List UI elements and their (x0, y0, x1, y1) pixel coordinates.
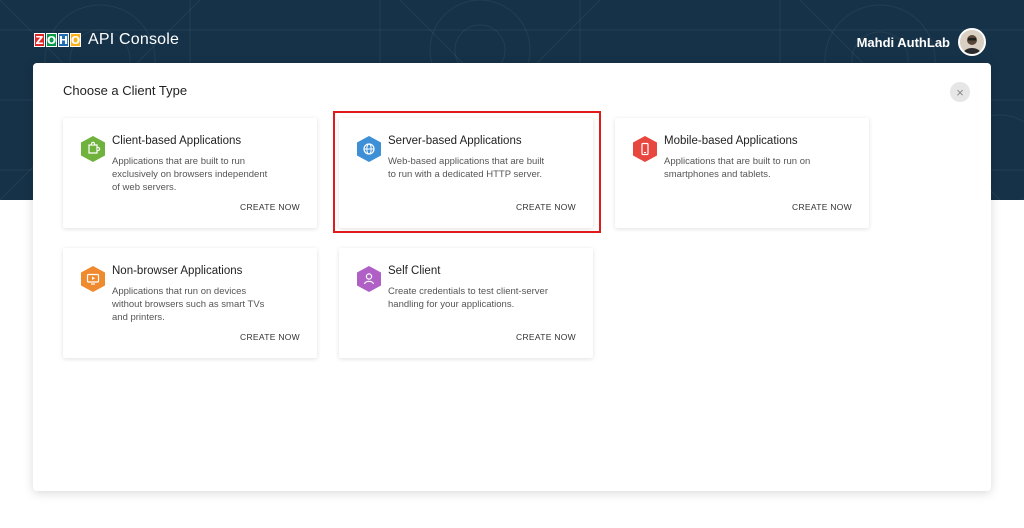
globe-icon (357, 136, 381, 162)
zoho-wordmark: Z O H O (34, 33, 81, 47)
mobile-based-card[interactable]: Mobile-based Applications Applications t… (615, 118, 869, 228)
create-now-button[interactable]: CREATE NOW (516, 332, 576, 342)
avatar-icon (960, 30, 984, 54)
create-now-button[interactable]: CREATE NOW (240, 332, 300, 342)
card-description: Applications that are built to run on sm… (664, 156, 811, 180)
non-browser-card[interactable]: Non-browser Applications Applications th… (63, 248, 317, 358)
user-name[interactable]: Mahdi AuthLab (857, 35, 950, 50)
card-description: Applications that run on devices without… (112, 286, 265, 323)
card-description: Create credentials to test client-server… (388, 286, 548, 310)
card-title: Server-based Applications (388, 135, 522, 147)
user-icon (357, 266, 381, 292)
panel-title: Choose a Client Type (63, 83, 188, 98)
close-button[interactable]: × (950, 82, 970, 102)
zoho-logo[interactable]: Z O H O API Console (34, 31, 179, 49)
server-based-card[interactable]: Server-based Applications Web-based appl… (339, 118, 593, 228)
client-based-card[interactable]: Client-based Applications Applications t… (63, 118, 317, 228)
create-now-button[interactable]: CREATE NOW (792, 202, 852, 212)
logo-letter: O (70, 33, 81, 47)
user-menu[interactable]: Mahdi AuthLab (857, 28, 986, 56)
card-description: Web-based applications that are built to… (388, 156, 545, 180)
card-title: Non-browser Applications (112, 265, 243, 277)
mobile-icon (633, 136, 657, 162)
logo-letter: Z (34, 33, 45, 47)
self-client-card[interactable]: Self Client Create credentials to test c… (339, 248, 593, 358)
card-title: Mobile-based Applications (664, 135, 798, 147)
card-title: Client-based Applications (112, 135, 242, 147)
card-title: Self Client (388, 265, 441, 277)
close-icon: × (956, 84, 964, 100)
tv-icon (81, 266, 105, 292)
logo-letter: O (46, 33, 57, 47)
puzzle-icon (81, 136, 105, 162)
create-now-button[interactable]: CREATE NOW (240, 202, 300, 212)
app-title: API Console (88, 31, 180, 48)
avatar[interactable] (958, 28, 986, 56)
create-now-button[interactable]: CREATE NOW (516, 202, 576, 212)
logo-letter: H (58, 33, 69, 47)
card-description: Applications that are built to run exclu… (112, 156, 268, 193)
